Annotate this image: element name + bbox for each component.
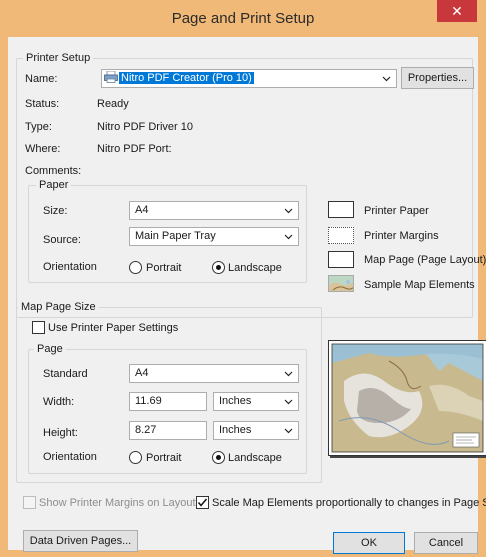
sample-map-elements-legend: Sample Map Elements [364, 279, 475, 291]
window-title: Page and Print Setup [171, 10, 315, 27]
paper-landscape-label[interactable]: Landscape [228, 262, 282, 274]
printer-setup-label: Printer Setup [23, 52, 94, 64]
paper-size-label: Size: [43, 205, 68, 217]
scale-elements-checkbox[interactable] [196, 496, 209, 509]
width-unit-value: Inches [219, 395, 252, 407]
data-driven-pages-button[interactable]: Data Driven Pages... [23, 530, 138, 552]
where-value: Nitro PDF Port: [97, 143, 172, 155]
standard-label: Standard [43, 368, 88, 380]
printer-icon [104, 70, 118, 83]
type-label: Type: [25, 121, 52, 133]
chevron-down-icon [284, 428, 293, 434]
where-label: Where: [25, 143, 61, 155]
width-unit-dropdown[interactable]: Inches [213, 392, 299, 411]
comments-label: Comments: [25, 165, 82, 177]
paper-orientation-label: Orientation [43, 261, 97, 273]
chevron-down-icon [284, 234, 293, 240]
chevron-down-icon [284, 208, 293, 214]
chevron-down-icon [284, 399, 293, 405]
close-button[interactable]: ✕ [437, 0, 477, 22]
status-label: Status: [25, 98, 60, 110]
standard-size-value: A4 [135, 367, 149, 379]
page-portrait-radio[interactable] [129, 451, 142, 464]
printer-margins-swatch [328, 227, 354, 244]
paper-source-label: Source: [43, 234, 81, 246]
name-label: Name: [25, 73, 58, 85]
checkmark-icon [197, 498, 208, 507]
paper-size-value: A4 [135, 204, 149, 216]
paper-source-dropdown[interactable]: Main Paper Tray [129, 227, 299, 246]
chevron-down-icon [382, 76, 391, 82]
printer-paper-legend: Printer Paper [364, 205, 429, 217]
window-frame-left [0, 37, 8, 557]
printer-name-dropdown[interactable]: Nitro PDF Creator (Pro 10) [101, 69, 397, 88]
ok-button[interactable]: OK [333, 532, 405, 554]
dialog-client-area: Printer Setup Name: Nitro PDF Creator (P… [8, 37, 486, 554]
page-portrait-label[interactable]: Portrait [146, 452, 181, 464]
height-label: Height: [43, 427, 78, 439]
map-preview-image [331, 343, 484, 453]
printer-paper-swatch [328, 201, 354, 218]
status-value: Ready [97, 98, 129, 110]
printer-name-value: Nitro PDF Creator (Pro 10) [119, 72, 254, 84]
paper-portrait-label[interactable]: Portrait [146, 262, 181, 274]
map-page-size-label: Map Page Size [18, 301, 99, 313]
page-preview [328, 340, 486, 456]
scale-elements-label[interactable]: Scale Map Elements proportionally to cha… [212, 497, 486, 509]
width-input[interactable]: 11.69 [129, 392, 207, 411]
paper-size-dropdown[interactable]: A4 [129, 201, 299, 220]
properties-button[interactable]: Properties... [401, 67, 474, 89]
height-input[interactable]: 8.27 [129, 421, 207, 440]
use-printer-settings-checkbox[interactable] [32, 321, 45, 334]
show-margins-label[interactable]: Show Printer Margins on Layout [39, 497, 196, 509]
map-page-swatch [328, 251, 354, 268]
standard-size-dropdown[interactable]: A4 [129, 364, 299, 383]
width-label: Width: [43, 396, 75, 408]
show-margins-checkbox[interactable] [23, 496, 36, 509]
page-landscape-label[interactable]: Landscape [228, 452, 282, 464]
paper-landscape-radio[interactable] [212, 261, 225, 274]
page-orientation-label: Orientation [43, 451, 97, 463]
window-frame-right [478, 37, 486, 557]
paper-source-value: Main Paper Tray [135, 230, 216, 242]
paper-portrait-radio[interactable] [129, 261, 142, 274]
page-group-label: Page [34, 343, 66, 355]
map-page-legend: Map Page (Page Layout) [364, 254, 486, 266]
chevron-down-icon [284, 371, 293, 377]
printer-margins-legend: Printer Margins [364, 230, 439, 242]
cancel-button[interactable]: Cancel [414, 532, 478, 554]
page-landscape-radio[interactable] [212, 451, 225, 464]
title-bar[interactable]: Page and Print Setup ✕ [0, 0, 486, 37]
paper-group-label: Paper [36, 179, 72, 191]
type-value: Nitro PDF Driver 10 [97, 121, 193, 133]
sample-map-elements-swatch [328, 275, 354, 292]
use-printer-settings-label[interactable]: Use Printer Paper Settings [48, 322, 178, 334]
height-unit-dropdown[interactable]: Inches [213, 421, 299, 440]
height-unit-value: Inches [219, 424, 252, 436]
